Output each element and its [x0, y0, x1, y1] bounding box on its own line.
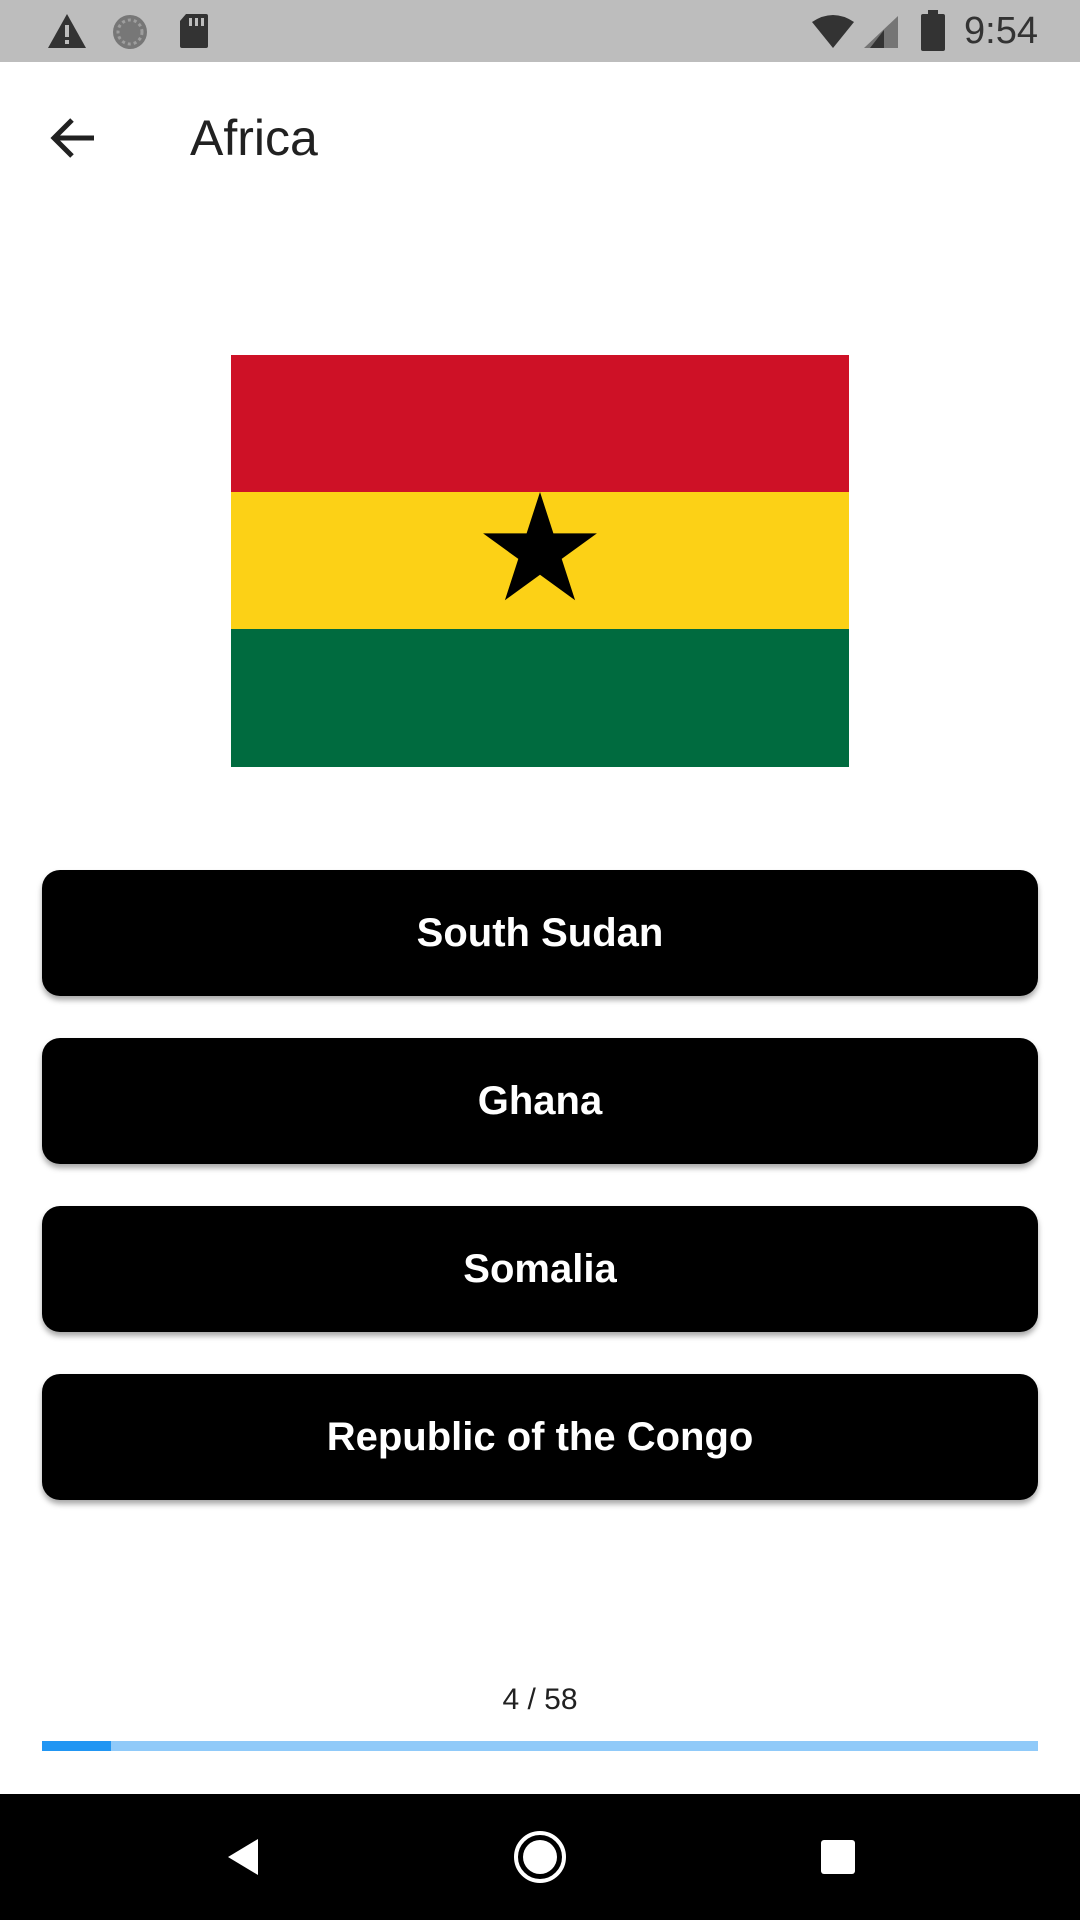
progress-bar-fill	[42, 1741, 111, 1751]
flag-stripe-green	[231, 629, 849, 767]
progress-bar	[42, 1741, 1038, 1751]
status-time: 9:54	[964, 10, 1038, 52]
screen: 9:54 Africa South Sudan Ghana Somalia Re…	[0, 0, 1080, 1920]
recents-square-icon	[808, 1840, 868, 1891]
answer-button-2[interactable]: Ghana	[42, 1038, 1038, 1164]
flag-image	[231, 355, 849, 767]
battery-icon	[920, 10, 946, 57]
page-title: Africa	[190, 110, 318, 166]
nav-back-button[interactable]	[212, 1827, 272, 1887]
back-button[interactable]	[34, 102, 110, 178]
navigation-bar	[0, 1794, 1080, 1920]
answer-button-1[interactable]: South Sudan	[42, 870, 1038, 996]
sd-card-icon	[178, 12, 210, 55]
flag-stripe-red	[231, 355, 849, 493]
arrow-left-icon	[48, 116, 96, 165]
sync-icon	[110, 12, 150, 57]
nav-recents-button[interactable]	[808, 1827, 868, 1887]
nav-home-button[interactable]	[510, 1827, 570, 1887]
progress-counter: 4 / 58	[502, 1683, 578, 1716]
answer-button-3[interactable]: Somalia	[42, 1206, 1038, 1332]
back-triangle-icon	[212, 1839, 272, 1891]
app-bar: Africa	[0, 62, 1080, 212]
wifi-icon	[810, 14, 856, 55]
cell-signal-icon	[862, 14, 900, 55]
home-circle-icon	[510, 1831, 570, 1891]
status-bar: 9:54	[0, 0, 1080, 62]
alert-icon	[46, 12, 88, 55]
answer-button-4[interactable]: Republic of the Congo	[42, 1374, 1038, 1500]
